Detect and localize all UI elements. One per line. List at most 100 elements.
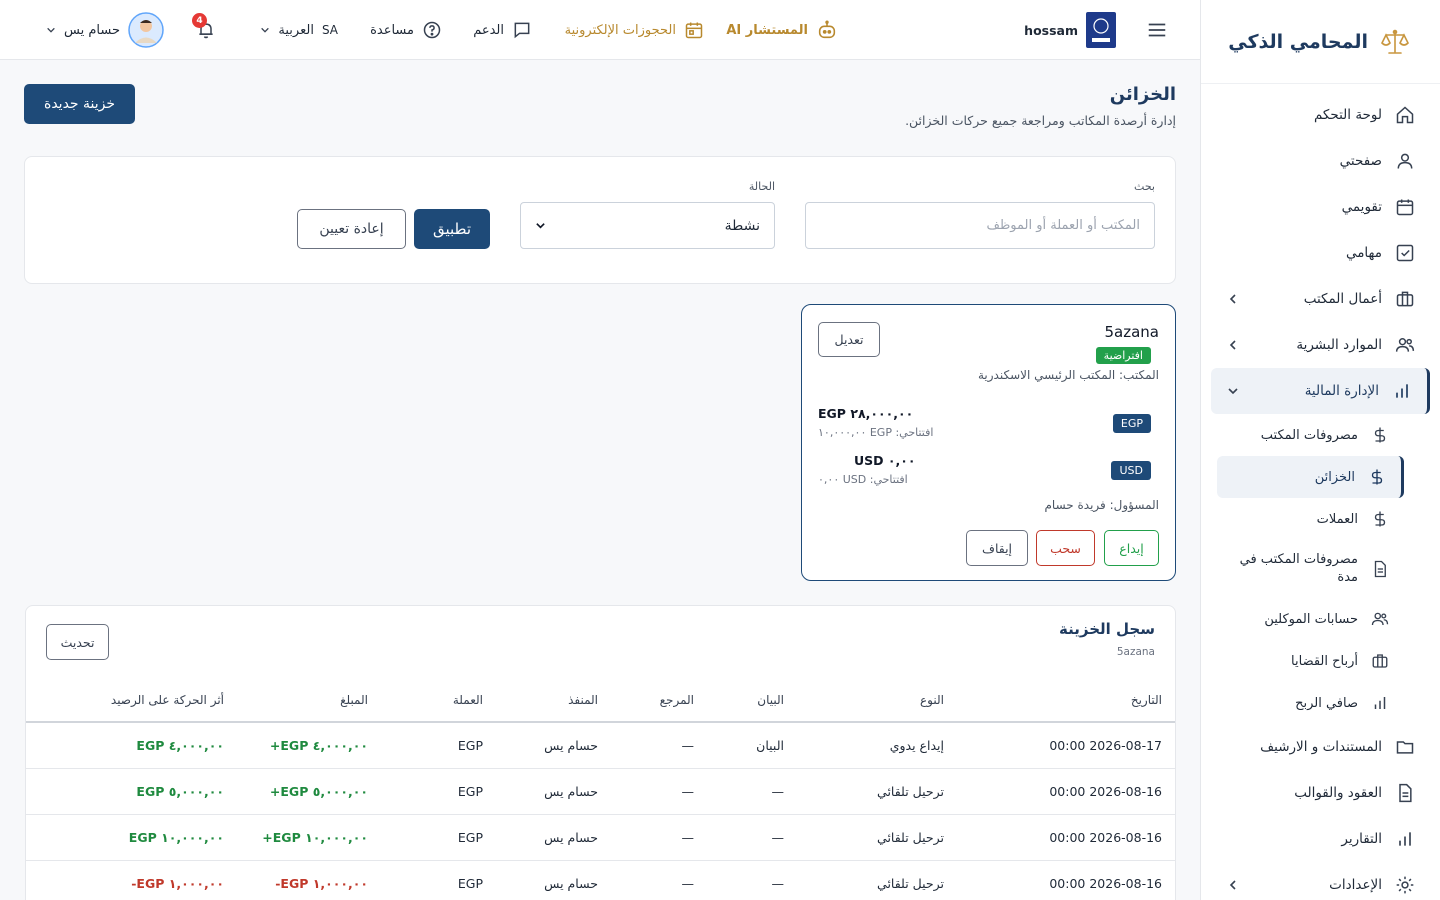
treasury-card: 5azana افتراضية المكتب: المكتب الرئيسي ا… — [801, 304, 1176, 581]
document-icon — [1370, 559, 1390, 579]
status-select-value: نشطة — [724, 217, 760, 234]
sidebar-item-label: العقود والقوالب — [1294, 785, 1382, 801]
notification-count-badge: 4 — [192, 13, 207, 28]
folder-icon — [1394, 736, 1416, 758]
chevron-down-icon — [260, 25, 270, 35]
office-account[interactable]: hossam — [1024, 0, 1116, 60]
bookings-link[interactable]: الحجوزات الإلكترونية — [565, 0, 704, 60]
cell-by: حسام يس — [493, 814, 608, 861]
chevron-left-icon — [1227, 879, 1239, 891]
col-currency: العملة — [378, 678, 493, 723]
col-ref: المرجع — [608, 678, 704, 723]
sidebar-item-documents[interactable]: المستندات و الارشيف — [1201, 724, 1440, 770]
menu-toggle[interactable] — [1146, 0, 1168, 60]
apply-button[interactable]: تطبيق — [414, 209, 490, 249]
edit-treasury-button[interactable]: تعديل — [818, 322, 880, 357]
sidebar-item-finance[interactable]: الإدارة المالية — [1211, 368, 1430, 414]
table-body: 2026-08-17 00:00 إيداع يدوي البيان — حسا… — [26, 722, 1175, 900]
col-date: التاريخ — [954, 678, 1175, 723]
sidebar-item-label: لوحة التحكم — [1313, 107, 1382, 123]
sidebar-item-settings[interactable]: الإعدادات — [1201, 862, 1440, 900]
currency-badge: USD — [1111, 461, 1151, 480]
log-subtitle: 5azana — [1116, 646, 1155, 658]
sidebar-sub-net-profit[interactable]: صافي الربح — [1201, 682, 1440, 724]
sidebar-sub-label: حسابات الموكلين — [1264, 611, 1358, 627]
sidebar-item-contracts[interactable]: العقود والقوالب — [1201, 770, 1440, 816]
sidebar-item-calendar[interactable]: تقويمي — [1201, 184, 1440, 230]
sidebar-sub-label: صافي الربح — [1295, 695, 1358, 711]
search-label: بحث — [1134, 180, 1155, 193]
col-by: المنفذ — [493, 678, 608, 723]
stop-button[interactable]: إيقاف — [966, 530, 1028, 566]
col-amount: المبلغ — [234, 678, 378, 723]
sidebar-sub-client-accounts[interactable]: حسابات الموكلين — [1201, 598, 1440, 640]
search-input[interactable]: المكتب أو العملة أو الموظف — [805, 202, 1155, 249]
gear-icon — [1394, 874, 1416, 896]
lang-code: SA — [321, 23, 338, 37]
cell-desc: — — [704, 860, 794, 900]
sidebar-sub-treasuries[interactable]: الخزائن — [1217, 456, 1404, 498]
cell-desc: البيان — [704, 722, 794, 769]
help-circle-icon — [422, 20, 442, 40]
sidebar-item-reports[interactable]: التقارير — [1201, 816, 1440, 862]
sidebar-item-label: أعمال المكتب — [1303, 291, 1382, 307]
cell-by: حسام يس — [493, 860, 608, 900]
deposit-button[interactable]: إيداع — [1104, 530, 1159, 566]
sidebar-sub-office-expenses[interactable]: مصروفات المكتب — [1201, 414, 1440, 456]
table-header-row: التاريخ النوع البيان المرجع المنفذ العمل… — [26, 678, 1175, 723]
home-icon — [1394, 104, 1416, 126]
brand-title: المحامي الذكي — [1228, 30, 1368, 53]
sidebar-item-label: الموارد البشرية — [1296, 337, 1382, 353]
page-title: الخزائن — [1109, 84, 1176, 105]
sidebar-item-my-page[interactable]: صفحتي — [1201, 138, 1440, 184]
balance-amount: EGP ٢٨,٠٠٠,٠٠ — [818, 406, 914, 421]
col-effect: أثر الحركة على الرصيد — [26, 678, 234, 723]
profile-menu[interactable]: حسام يس — [46, 0, 164, 60]
ai-advisor-link[interactable]: المستشار AI — [726, 0, 838, 60]
sidebar-item-office-work[interactable]: أعمال المكتب — [1201, 276, 1440, 322]
sidebar-sub-case-profits[interactable]: أرباح القضايا — [1201, 640, 1440, 682]
filters-card: بحث المكتب أو العملة أو الموظف الحالة نش… — [24, 156, 1176, 284]
table-row: 2026-08-17 00:00 إيداع يدوي البيان — حسا… — [26, 722, 1175, 769]
treasury-log-table: التاريخ النوع البيان المرجع المنفذ العمل… — [26, 678, 1175, 900]
notifications-button[interactable]: 4 — [192, 0, 216, 60]
sidebar-item-label: الإعدادات — [1329, 877, 1382, 893]
new-treasury-button[interactable]: خزينة جديدة — [24, 84, 135, 124]
withdraw-button[interactable]: سحب — [1036, 530, 1095, 566]
cell-currency: EGP — [378, 722, 493, 769]
help-label: مساعدة — [370, 22, 414, 38]
users-icon — [1370, 609, 1390, 629]
refresh-button[interactable]: تحديث — [46, 624, 109, 660]
chat-icon — [512, 20, 532, 40]
cell-amount: +EGP ٥,٠٠٠,٠٠ — [269, 783, 368, 799]
help-link[interactable]: مساعدة — [370, 0, 442, 60]
cell-type: ترحيل تلقائي — [794, 814, 954, 861]
bar-chart-icon — [1394, 828, 1416, 850]
dollar-icon — [1370, 425, 1390, 445]
language-switcher[interactable]: SA العربية — [260, 0, 338, 60]
balance-amount: USD ٠,٠٠ — [854, 453, 916, 468]
status-label: الحالة — [748, 180, 775, 193]
col-type: النوع — [794, 678, 954, 723]
cell-effect: EGP ٤,٠٠٠,٠٠ — [136, 737, 224, 753]
sidebar-sub-label: مصروفات المكتب — [1260, 427, 1358, 443]
sidebar-item-hr[interactable]: الموارد البشرية — [1201, 322, 1440, 368]
topbar: hossam المستشار AI الحجوزات الإلكترونية … — [0, 0, 1200, 60]
sidebar-sub-currencies[interactable]: العملات — [1201, 498, 1440, 540]
sidebar-sub-label: مصروفات المكتب في مدة — [1239, 551, 1358, 585]
sidebar-item-dashboard[interactable]: لوحة التحكم — [1201, 92, 1440, 138]
status-select[interactable]: نشطة — [520, 202, 775, 249]
support-link[interactable]: الدعم — [473, 0, 532, 60]
briefcase-icon — [1370, 651, 1390, 671]
sidebar-sub-expenses-period[interactable]: مصروفات المكتب في مدة — [1201, 540, 1440, 598]
sidebar-item-label: مهامي — [1345, 245, 1382, 261]
cell-by: حسام يس — [493, 768, 608, 815]
cell-desc: — — [704, 814, 794, 861]
sidebar-item-label: تقويمي — [1341, 199, 1382, 215]
cell-date: 2026-08-16 00:00 — [954, 768, 1175, 815]
sidebar-nav: لوحة التحكم صفحتي تقويمي مهامي أعمال الم… — [1201, 84, 1440, 900]
opening-balance: افتتاحي: EGP ١٠,٠٠٠,٠٠ — [818, 426, 934, 439]
sidebar-item-label: الإدارة المالية — [1304, 383, 1379, 399]
sidebar-item-tasks[interactable]: مهامي — [1201, 230, 1440, 276]
reset-button[interactable]: إعادة تعيين — [297, 209, 406, 249]
